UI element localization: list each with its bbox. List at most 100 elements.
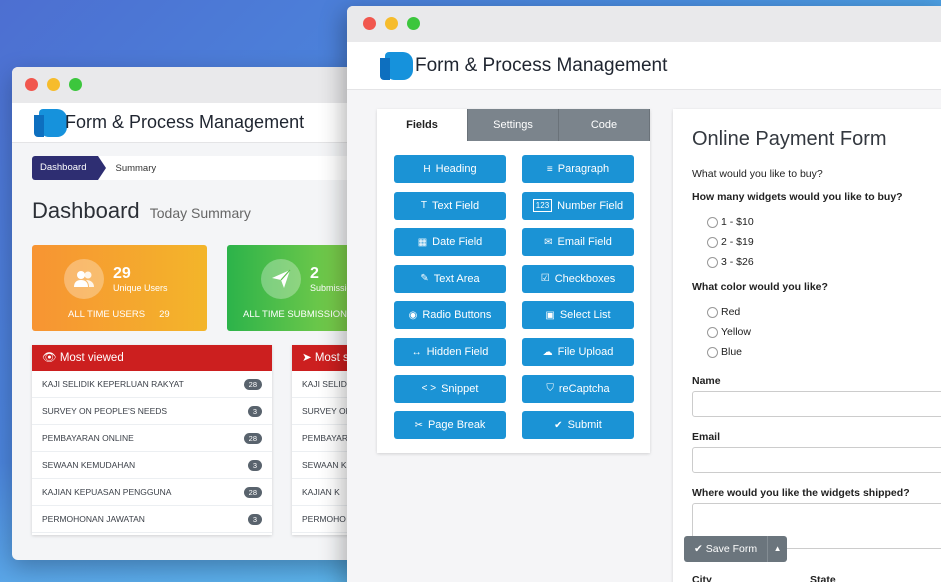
page-title: Dashboard Today Summary [32,198,251,224]
list-item-name: KAJIAN KEPUASAN PENGGUNA [42,487,172,497]
tab-code[interactable]: Code [559,109,650,141]
field-button-label: Paragraph [557,163,610,175]
close-window-button[interactable] [25,78,38,91]
minimize-window-button[interactable] [47,78,60,91]
radio-button[interactable] [707,306,718,318]
tab-fields[interactable]: Fields [377,109,468,141]
widget-count-option[interactable]: 3 - $26 [707,256,754,268]
add-select-list-button[interactable]: ▣ Select List [522,301,634,330]
add-date-field-button[interactable]: ▦ Date Field [394,228,506,257]
list-item-name: SURVEY ON PEOPLE'S NEEDS [42,406,168,416]
field-button-label: reCaptcha [558,382,610,395]
list-item[interactable]: KAJIAN KEPUASAN PENGGUNA 28 [32,479,272,506]
add-recaptcha-button[interactable]: ⛉ reCaptcha [522,374,634,403]
field-button-label: File Upload [557,346,614,358]
app-header: Form & Process Management [347,42,941,90]
question-buy: What would you like to buy? [692,168,823,180]
email-field[interactable] [692,447,941,473]
tab-settings[interactable]: Settings [468,109,559,141]
add-checkboxes-button[interactable]: ☑ Checkboxes [522,264,634,293]
widget-count-option-label: 2 - $19 [721,236,754,248]
stat-footer: ALL TIME SUBMISSIONS [243,309,353,320]
select-list-icon: ▣ [545,309,555,321]
save-form-button[interactable]: ✔ Save Form [684,536,768,562]
save-form-control: ✔ Save Form ▲ [684,536,788,562]
add-radio-buttons-button[interactable]: ◉ Radio Buttons [394,301,506,330]
add-submit-button[interactable]: ✔ Submit [522,411,634,440]
date-field-icon: ▦ [417,236,428,248]
widget-count-option-label: 3 - $26 [721,256,754,268]
add-page-break-button[interactable]: ✂ Page Break [394,411,506,440]
list-item[interactable]: PERMOHONAN JAWATAN 3 [32,506,272,533]
field-button-label: Heading [435,163,477,175]
most-viewed-panel: 👁 Most viewed KAJI SELIDIK KEPERLUAN RAK… [32,345,272,535]
breadcrumb-summary[interactable]: Summary [115,163,156,174]
add-email-field-button[interactable]: ✉ Email Field [522,228,634,257]
widget-count-option[interactable]: 1 - $10 [707,216,754,228]
widget-color-option[interactable]: Yellow [707,326,751,338]
widget-color-option[interactable]: Blue [707,346,742,358]
app-title: Form & Process Management [65,112,305,132]
add-number-field-button[interactable]: 123 Number Field [522,191,634,220]
close-window-button[interactable] [363,17,376,30]
stat-footer-value: 29 [159,309,170,320]
widget-color-option[interactable]: Red [707,306,740,318]
add-file-upload-button[interactable]: ☁ File Upload [522,338,634,366]
field-button-label: Page Break [427,419,486,432]
radio-button[interactable] [707,236,718,248]
add-snippet-button[interactable]: < > Snippet [394,374,506,403]
form-title: Online Payment Form [692,128,887,150]
add-paragraph-button[interactable]: ≡ Paragraph [522,155,634,183]
paragraph-icon: ≡ [546,163,553,175]
count-badge: 3 [247,405,262,417]
list-item[interactable]: KAJI SELIDIK KEPERLUAN RAKYAT 28 [32,371,272,398]
page-subtitle: Today Summary [149,205,251,221]
radio-button[interactable] [707,256,718,268]
window-titlebar [347,6,941,42]
add-text-area-button[interactable]: ✎ Text Area [394,264,506,293]
list-item-name: PERMOHO [302,514,346,524]
list-item[interactable]: SURVEY ON PEOPLE'S NEEDS 3 [32,398,272,425]
field-button-label: Checkboxes [554,272,616,285]
widget-count-option[interactable]: 2 - $19 [707,236,754,248]
field-button-label: Text Area [433,272,480,285]
minimize-window-button[interactable] [385,17,398,30]
question-color: What color would you like? [692,281,828,293]
name-field[interactable] [692,391,941,417]
radio-button[interactable] [707,216,718,228]
form-builder-window: Form & Process Management Fields Setting… [347,6,941,582]
stat-card-submissions[interactable]: 2 Submissions ALL TIME SUBMISSIONS [227,245,357,331]
recaptcha-icon: ⛉ [546,383,554,395]
widget-count-option-label: 1 - $10 [721,216,754,228]
app-title: Form & Process Management [415,55,668,76]
count-badge: 28 [243,486,262,498]
stat-footer: ALL TIME USERS 29 [68,309,170,320]
stat-card-users[interactable]: 29 Unique Users ALL TIME USERS 29 [32,245,207,331]
checkboxes-icon: ☑ [540,273,550,285]
maximize-window-button[interactable] [407,17,420,30]
radio-button[interactable] [707,346,718,358]
list-item[interactable]: SEWAAN KEMUDAHAN 3 [32,452,272,479]
breadcrumb-dashboard[interactable]: Dashboard [32,156,108,180]
list-item-name: KAJI SELIDIK KEPERLUAN RAKYAT [42,379,184,389]
save-options-caret-icon[interactable]: ▲ [767,536,788,562]
add-heading-button[interactable]: H Heading [394,155,506,183]
page-title-text: Dashboard [32,198,140,223]
users-icon [64,259,104,299]
palette-tabs: Fields Settings Code [377,109,650,141]
add-hidden-field-button[interactable]: ↔ Hidden Field [394,338,506,366]
stat-label: Unique Users [113,283,168,293]
text-area-icon: ✎ [420,273,429,285]
page-break-icon: ✂ [414,419,423,431]
form-preview: Online Payment Form What would you like … [673,109,941,582]
stat-footer-label: ALL TIME USERS [68,309,146,320]
add-text-field-button[interactable]: T Text Field [394,191,506,220]
list-item-name: KAJIAN K [302,487,340,497]
check-icon: ✔ [694,543,703,555]
list-item-name: PERMOHONAN JAWATAN [42,514,145,524]
stat-footer-label: ALL TIME SUBMISSIONS [243,309,354,320]
maximize-window-button[interactable] [69,78,82,91]
radio-button[interactable] [707,326,718,338]
breadcrumb: Dashboard Summary [32,156,156,180]
list-item[interactable]: PEMBAYARAN ONLINE 28 [32,425,272,452]
